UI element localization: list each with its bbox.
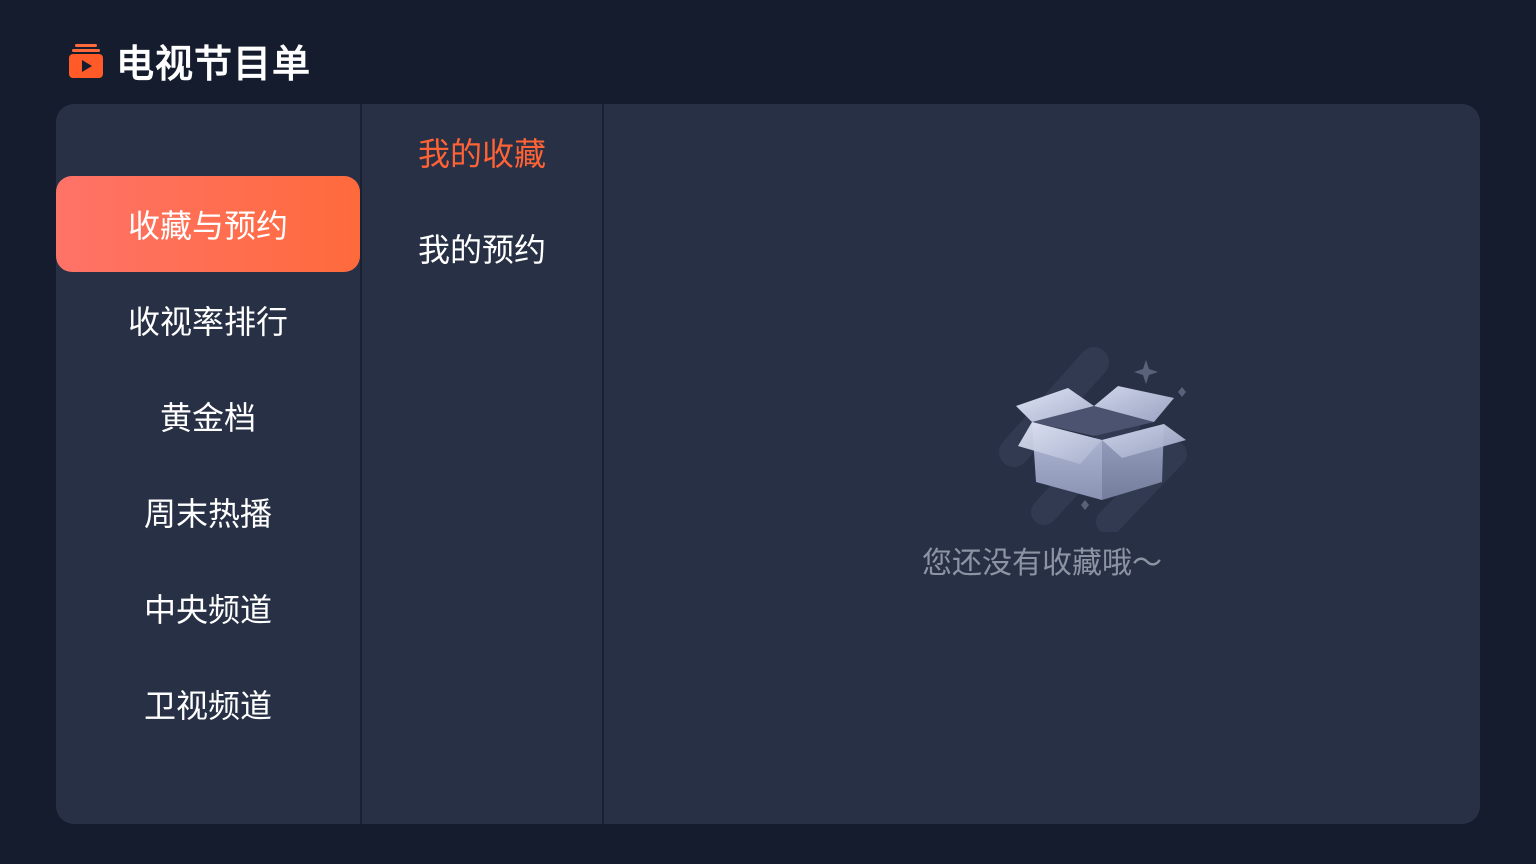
- page: 电视节目单 收藏与预约 收视率排行 黄金档 周末热播 中央频道 卫视频道 我的收…: [0, 0, 1536, 864]
- subnav-item-my-reservations[interactable]: 我的预约: [362, 220, 602, 276]
- sidebar-item-cctv-channels[interactable]: 中央频道: [56, 560, 360, 656]
- empty-box-icon: [999, 347, 1187, 532]
- sidebar-item-label: 中央频道: [143, 591, 272, 629]
- subnav-item-my-favorites[interactable]: 我的收藏: [362, 124, 602, 180]
- sidebar-item-weekend-hits[interactable]: 周末热播: [56, 464, 360, 560]
- sidebar: 收藏与预约 收视率排行 黄金档 周末热播 中央频道 卫视频道: [56, 104, 360, 824]
- subnav-item-label: 我的收藏: [417, 135, 546, 173]
- sidebar-item-label: 收视率排行: [127, 303, 288, 341]
- sidebar-item-prime-time[interactable]: 黄金档: [56, 368, 360, 464]
- sidebar-item-label: 收藏与预约: [127, 207, 288, 245]
- sidebar-item-label: 卫视频道: [143, 687, 272, 725]
- header: 电视节目单: [66, 36, 311, 86]
- subnav-item-label: 我的预约: [417, 231, 546, 269]
- column-divider: [360, 104, 362, 824]
- empty-state-text: 您还没有收藏哦～: [922, 546, 1162, 581]
- sidebar-item-ratings-ranking[interactable]: 收视率排行: [56, 272, 360, 368]
- page-title: 电视节目单: [116, 41, 312, 86]
- tv-play-icon: [69, 44, 103, 78]
- sidebar-item-label: 黄金档: [159, 399, 256, 437]
- sidebar-item-favorites-reservations[interactable]: 收藏与预约: [56, 176, 360, 272]
- content-area: 您还没有收藏哦～: [604, 104, 1480, 824]
- sidebar-item-label: 周末热播: [143, 495, 272, 533]
- main-panel: 收藏与预约 收视率排行 黄金档 周末热播 中央频道 卫视频道 我的收藏 我的预约: [56, 104, 1480, 824]
- sidebar-item-satellite-channels[interactable]: 卫视频道: [56, 656, 360, 752]
